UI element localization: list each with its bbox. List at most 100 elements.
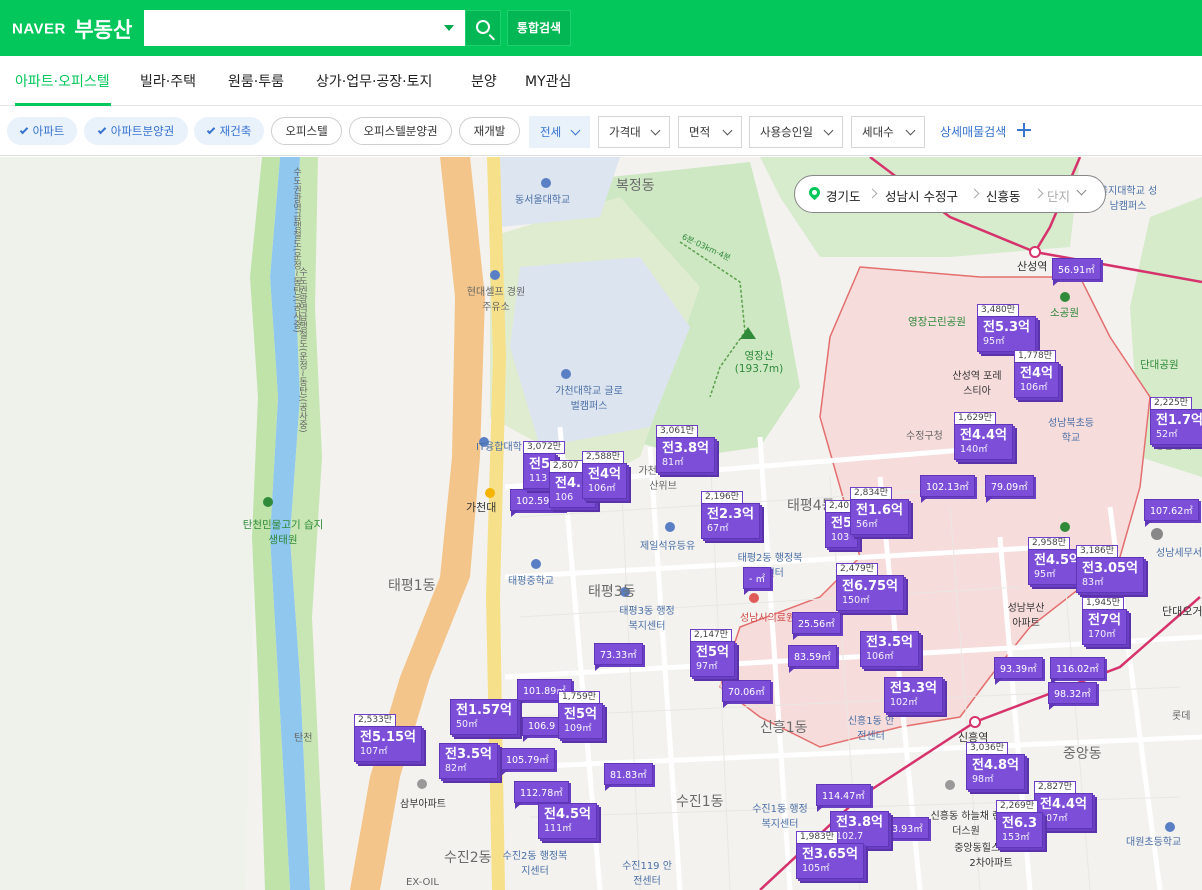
chip-officetel[interactable]: 오피스텔 <box>271 117 342 145</box>
map-label-place: 성남시의료원 <box>740 613 796 624</box>
logo-brand: NAVER <box>12 20 66 38</box>
map-label-place: 성남부산 아파트 <box>1007 603 1045 629</box>
map-label-place: 신흥동 하늘채 랜더스원 <box>930 811 1002 837</box>
map-label-station: 산성역 <box>1017 260 1048 273</box>
breadcrumb-complex[interactable]: 단지 <box>1047 186 1070 205</box>
map-marker-pill[interactable]: 25.56㎡ <box>792 612 841 640</box>
marker-area: 82㎡ <box>445 763 467 774</box>
search-button[interactable] <box>465 10 501 46</box>
marker-price: 전5억 <box>696 645 729 660</box>
search-dropdown-icon[interactable] <box>444 25 454 31</box>
marker-price: 전5 <box>529 457 551 472</box>
map-marker-pill[interactable]: - ㎡ <box>743 567 771 595</box>
map-marker-pill[interactable]: 116.02㎡ <box>1050 657 1105 685</box>
dropdown-household-count[interactable]: 세대수 <box>851 116 925 148</box>
map-label-place: 탄천 <box>294 733 313 744</box>
naver-realty-logo[interactable]: NAVER 부동산 <box>12 14 132 44</box>
chevron-down-icon <box>1076 185 1087 196</box>
marker-area: 67㎡ <box>707 523 729 534</box>
marker-area: 56㎡ <box>856 519 878 530</box>
map-marker-pill[interactable]: 79.09㎡ <box>985 475 1034 503</box>
map-marker-pill[interactable]: 83.59㎡ <box>788 645 837 673</box>
dropdown-label: 가격대 <box>609 125 641 139</box>
chevron-right-icon <box>969 188 980 199</box>
map-label-place: 수진119 안전센터 <box>622 861 672 887</box>
tab-villa-house[interactable]: 빌라·주택 <box>140 71 196 91</box>
marker-area: 81㎡ <box>662 457 684 468</box>
chip-redevelopment[interactable]: 재개발 <box>459 117 520 145</box>
map-marker-pill[interactable]: 73.33㎡ <box>594 643 643 671</box>
marker-price: 전7억 <box>1088 613 1121 628</box>
detail-listing-search-link[interactable]: 상세매물검색 <box>940 123 1006 140</box>
map-label-place: EX-OIL <box>406 877 439 888</box>
marker-price: 전6.3 <box>1002 816 1037 831</box>
tab-my-interest[interactable]: MY관심 <box>525 71 571 91</box>
location-breadcrumb[interactable]: 경기도 성남시 수정구 신흥동 단지 <box>794 175 1106 213</box>
chevron-down-icon <box>650 125 661 136</box>
dropdown-deal-type[interactable]: 전세 <box>529 116 590 148</box>
tab-commercial[interactable]: 상가·업무·공장·토지 <box>316 71 432 91</box>
map-marker-pill[interactable]: 112.78㎡ <box>514 781 569 809</box>
chip-label: 재건축 <box>219 124 252 138</box>
marker-area: 105㎡ <box>802 863 830 874</box>
marker-price: 전4억 <box>588 467 621 482</box>
marker-price: 전1.57억 <box>456 703 512 718</box>
dropdown-label: 면적 <box>689 125 711 139</box>
breadcrumb-province[interactable]: 경기도 <box>826 186 861 205</box>
tab-presale[interactable]: 분양 <box>471 71 497 91</box>
map-canvas[interactable]: 복정동 태평1동 태평3동 태평4동 신흥1동 수진1동 수진2동 중앙동 동서… <box>0 157 1202 890</box>
map-label-place: 가천대 <box>466 501 497 514</box>
check-icon <box>97 125 106 135</box>
breadcrumb-dong[interactable]: 신흥동 <box>986 186 1021 205</box>
marker-price: 전3.05억 <box>1082 561 1138 576</box>
map-marker-pill[interactable]: 107.62㎡ <box>1144 499 1199 527</box>
check-icon <box>19 125 28 135</box>
map-label-dong: 수진1동 <box>676 794 724 810</box>
map-marker-pill[interactable]: 106.9 <box>522 717 562 742</box>
map-label-place: 영장근린공원 <box>908 316 966 328</box>
dropdown-price-range[interactable]: 가격대 <box>598 116 670 148</box>
chip-officetel-presale-right[interactable]: 오피스텔분양권 <box>349 117 452 145</box>
search-input[interactable] <box>144 10 465 46</box>
marker-area: 153㎡ <box>1002 832 1030 843</box>
chip-reconstruction[interactable]: 재건축 <box>194 117 264 145</box>
unified-search-button[interactable]: 통합검색 <box>507 10 571 46</box>
marker-price: 전5억 <box>564 707 597 722</box>
filter-bar: 아파트 아파트분양권 재건축 오피스텔 오피스텔분양권 재개발 전세 가격대 면… <box>0 106 1202 156</box>
map-label-dong: 중앙동 <box>1063 746 1102 762</box>
map-marker-pill[interactable]: 70.06㎡ <box>722 680 771 708</box>
map-label-place: 성남북초등학교 <box>1048 418 1094 444</box>
chip-label: 아파트분양권 <box>110 124 175 138</box>
map-label-place: 단대공원 <box>1140 359 1179 371</box>
marker-area: 111㎡ <box>544 823 572 834</box>
marker-price: 전3.5억 <box>866 635 913 650</box>
map-label-dong: 복정동 <box>616 178 655 194</box>
map-marker-pill[interactable]: 114.47㎡ <box>816 784 871 812</box>
plus-icon[interactable] <box>1017 123 1031 137</box>
tab-apartment-officetel[interactable]: 아파트·오피스텔 <box>15 71 110 91</box>
map-label-place: 신흥1동 안전센터 <box>847 716 895 742</box>
dropdown-area[interactable]: 면적 <box>678 116 742 148</box>
map-label-road: 수도권광역급행철도(운정~동탄)(공사중) <box>297 267 307 433</box>
map-label-place: 롯데 <box>1172 711 1191 722</box>
marker-price: 전3.8억 <box>662 441 709 456</box>
breadcrumb-city[interactable]: 성남시 수정구 <box>885 186 958 205</box>
map-marker-pill[interactable]: 93.39㎡ <box>994 657 1043 685</box>
marker-price: 전4.8억 <box>972 758 1019 773</box>
map-marker-pill[interactable]: 98.32㎡ <box>1048 682 1097 710</box>
map-marker-pill[interactable]: 56.91㎡ <box>1052 258 1101 286</box>
tab-oneroom-tworoom[interactable]: 원룸·투룸 <box>228 71 284 91</box>
chip-apartment-presale-right[interactable]: 아파트분양권 <box>84 117 188 145</box>
marker-area: 102㎡ <box>890 697 918 708</box>
marker-area: 106㎡ <box>1020 382 1048 393</box>
map-marker-pill[interactable]: 81.83㎡ <box>604 763 653 791</box>
map-marker-pill[interactable]: 102.13㎡ <box>920 475 975 503</box>
marker-area: 150㎡ <box>842 595 870 606</box>
map-marker-pill[interactable]: 105.79㎡ <box>500 748 555 776</box>
chip-apartment[interactable]: 아파트 <box>7 117 77 145</box>
map-label-station: 단대오거리 <box>1162 605 1202 618</box>
chevron-down-icon <box>570 125 581 136</box>
dropdown-approval-date[interactable]: 사용승인일 <box>749 116 843 148</box>
marker-price: 전4.5억 <box>1034 553 1081 568</box>
marker-price: 전3.3억 <box>890 681 937 696</box>
